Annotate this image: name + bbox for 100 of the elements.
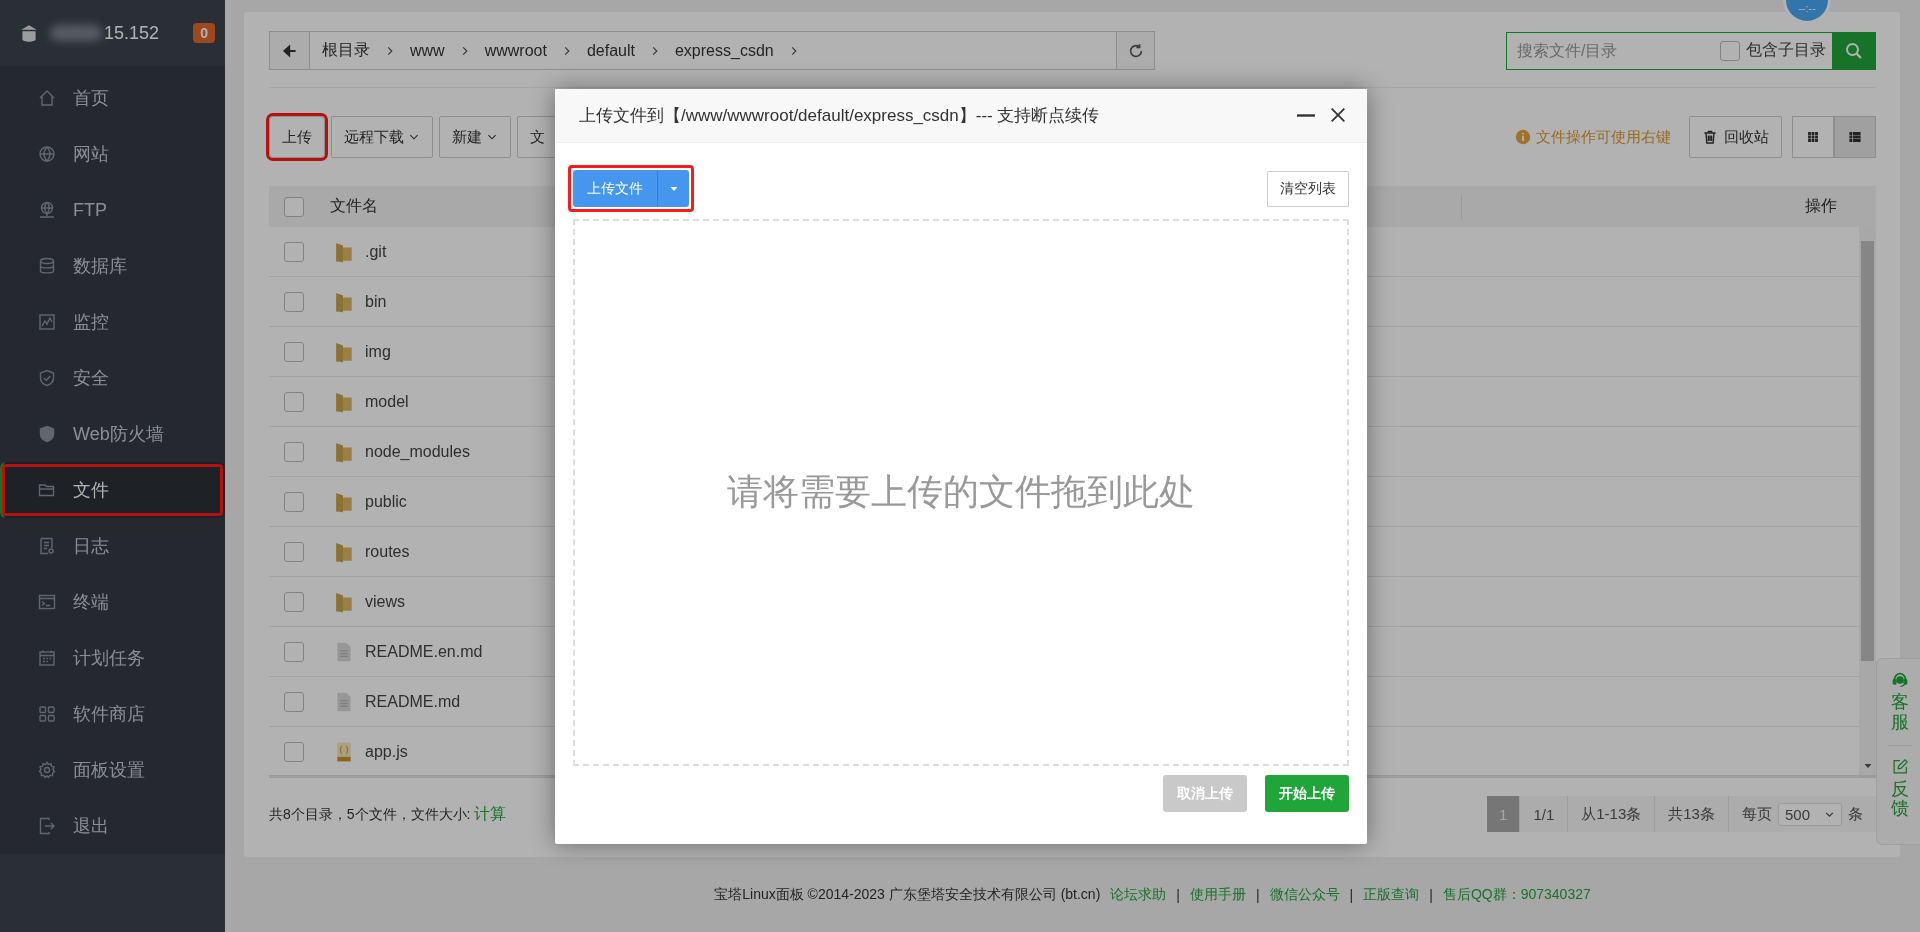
left-arrow-icon bbox=[281, 42, 298, 59]
footer-link[interactable]: 论坛求助 bbox=[1110, 885, 1167, 904]
search-bar[interactable]: 搜索文件/目录 包含子目录 bbox=[1506, 31, 1876, 70]
shield-icon bbox=[37, 368, 57, 388]
checkbox-label: 包含子目录 bbox=[1746, 40, 1826, 60]
file-name[interactable]: public bbox=[365, 492, 407, 511]
headset-icon bbox=[1891, 671, 1909, 689]
checkbox[interactable] bbox=[284, 691, 304, 712]
file-name[interactable]: routes bbox=[365, 542, 410, 561]
sidebar-item[interactable]: 计划任务 bbox=[0, 630, 225, 686]
minimize-button[interactable] bbox=[1297, 113, 1315, 117]
grid-icon bbox=[1806, 130, 1820, 144]
footer-link[interactable]: 微信公众号 bbox=[1269, 885, 1340, 904]
path-segment[interactable]: wwwroot bbox=[484, 41, 547, 60]
scroll-thumb[interactable] bbox=[1861, 241, 1874, 661]
path-segment[interactable]: default bbox=[586, 41, 635, 60]
checkbox[interactable] bbox=[284, 541, 304, 562]
database-icon bbox=[37, 256, 57, 276]
sidebar-item[interactable]: 日志 bbox=[0, 518, 225, 574]
sidebar-item[interactable]: 软件商店 bbox=[0, 686, 225, 742]
close-icon bbox=[1329, 106, 1347, 125]
shield-icon bbox=[37, 424, 57, 444]
checkbox[interactable] bbox=[284, 491, 304, 512]
copyright-text: 宝塔Linux面板 ©2014-2023 广东堡塔安全技术有限公司 (bt.cn) bbox=[714, 885, 1101, 904]
path-segment[interactable]: 根目录 bbox=[322, 40, 370, 61]
checkbox[interactable] bbox=[1720, 40, 1740, 61]
file-name[interactable]: img bbox=[365, 342, 391, 361]
home-icon bbox=[37, 88, 57, 108]
side-panel-button[interactable]: 反馈 bbox=[1891, 757, 1909, 820]
trash-icon bbox=[1702, 129, 1718, 145]
recycle-bin-button[interactable]: 回收站 bbox=[1689, 116, 1782, 158]
checkbox[interactable] bbox=[284, 391, 304, 412]
info-icon bbox=[1515, 129, 1531, 145]
view-toggle[interactable] bbox=[1792, 116, 1834, 158]
file-name[interactable]: views bbox=[365, 592, 405, 611]
checkbox[interactable] bbox=[284, 341, 304, 362]
separator: | bbox=[1255, 886, 1260, 903]
checkbox[interactable] bbox=[284, 591, 304, 612]
start-upload-button[interactable]: 开始上传 bbox=[1265, 775, 1349, 813]
toolbar-button[interactable]: 文 bbox=[517, 116, 558, 158]
path-segment[interactable]: www bbox=[410, 41, 445, 60]
separator: | bbox=[1429, 886, 1433, 903]
close-button[interactable] bbox=[1329, 106, 1347, 125]
sidebar-item[interactable]: 面板设置 bbox=[0, 742, 225, 798]
document-icon bbox=[37, 536, 57, 556]
scrollbar[interactable] bbox=[1859, 227, 1876, 775]
sidebar-item[interactable]: Web防火墙 bbox=[0, 406, 225, 462]
toolbar-button[interactable]: 新建 bbox=[439, 116, 511, 158]
edit-icon bbox=[1891, 757, 1909, 776]
back-button[interactable] bbox=[270, 32, 310, 69]
network-globe-icon bbox=[37, 200, 57, 220]
file-name[interactable]: model bbox=[365, 392, 409, 411]
sidebar-item[interactable]: 安全 bbox=[0, 350, 225, 406]
terminal-icon bbox=[37, 592, 57, 612]
drop-zone-text: 请将需要上传的文件拖到此处 bbox=[727, 469, 1195, 514]
file-name[interactable]: README.en.md bbox=[365, 642, 483, 661]
file-name[interactable]: app.js bbox=[365, 742, 408, 761]
notification-badge[interactable]: 0 bbox=[193, 23, 215, 43]
clear-list-button[interactable]: 清空列表 bbox=[1267, 170, 1349, 207]
side-panel-button[interactable]: 客服 bbox=[1891, 671, 1909, 733]
checkbox[interactable] bbox=[284, 741, 304, 762]
settings-icon bbox=[37, 760, 57, 780]
file-name[interactable]: .git bbox=[365, 242, 387, 261]
sidebar-item[interactable]: 监控 bbox=[0, 294, 225, 350]
column-header: 文件名 bbox=[330, 196, 378, 216]
sidebar-item[interactable]: 数据库 bbox=[0, 238, 225, 294]
toolbar-button[interactable]: 远程下载 bbox=[331, 116, 433, 158]
checkbox[interactable] bbox=[284, 196, 304, 217]
dropdown-button[interactable] bbox=[657, 170, 689, 207]
checkbox[interactable] bbox=[284, 241, 304, 262]
footer-link[interactable]: 使用手册 bbox=[1189, 885, 1246, 904]
file-name[interactable]: node_modules bbox=[365, 442, 470, 461]
checkbox[interactable] bbox=[284, 291, 304, 312]
hint-text: 文件操作可使用右键 bbox=[1536, 127, 1671, 147]
drop-zone[interactable]: 请将需要上传的文件拖到此处 bbox=[573, 218, 1349, 766]
file-name[interactable]: README.md bbox=[365, 692, 461, 711]
column-header: 操作 bbox=[1805, 196, 1837, 216]
toolbar-button[interactable]: 上传 bbox=[269, 116, 325, 158]
footer-link[interactable]: 售后QQ群：907340327 bbox=[1442, 885, 1591, 904]
refresh-button[interactable] bbox=[1116, 32, 1154, 69]
sidebar-item[interactable]: 终端 bbox=[0, 574, 225, 630]
chart-icon bbox=[37, 312, 57, 332]
sidebar-item[interactable]: 网站 bbox=[0, 126, 225, 182]
upload-button[interactable]: 上传文件 bbox=[573, 170, 657, 207]
sidebar-item[interactable]: FTP bbox=[0, 182, 225, 238]
search-button[interactable] bbox=[1832, 31, 1876, 70]
file-name[interactable]: bin bbox=[365, 292, 387, 311]
sidebar-item[interactable]: 文件 bbox=[0, 462, 225, 518]
footer-link[interactable]: 正版查询 bbox=[1363, 885, 1420, 904]
path-segment[interactable]: express_csdn bbox=[674, 41, 774, 60]
per-page-select[interactable]: 500 bbox=[1777, 802, 1842, 826]
sidebar-item[interactable]: 首页 bbox=[0, 70, 225, 126]
sidebar-item[interactable]: 退出 bbox=[0, 798, 225, 854]
checkbox[interactable] bbox=[284, 641, 304, 662]
checkbox[interactable] bbox=[284, 441, 304, 462]
separator: | bbox=[1176, 886, 1180, 903]
calculate-link[interactable]: 计算 bbox=[474, 804, 507, 822]
page-count: 1/1 bbox=[1520, 796, 1569, 832]
grid-icon bbox=[37, 704, 57, 724]
view-toggle[interactable] bbox=[1834, 116, 1876, 158]
